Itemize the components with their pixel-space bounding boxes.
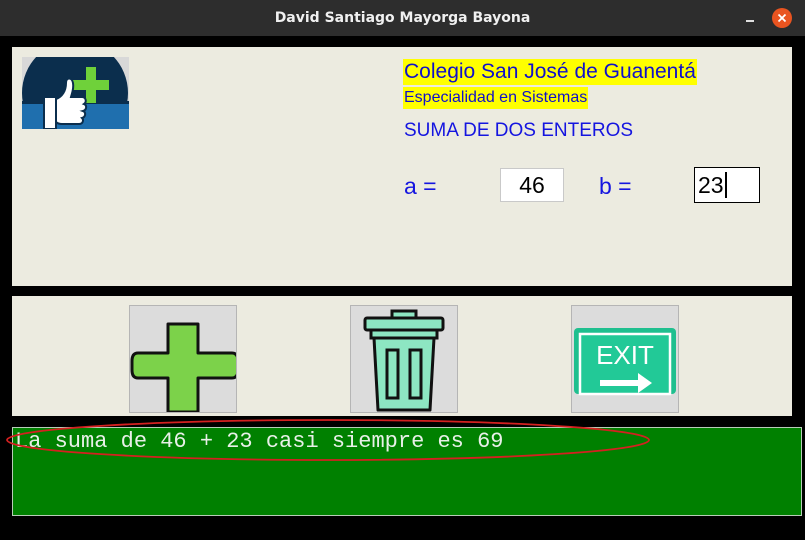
action-panel: EXIT bbox=[12, 296, 792, 416]
annotation-ellipse bbox=[6, 419, 650, 461]
b-label: b = bbox=[599, 173, 632, 199]
a-input[interactable]: 46 bbox=[500, 168, 564, 202]
input-panel: Colegio San José de Guanentá Especialida… bbox=[12, 47, 792, 286]
exit-button[interactable]: EXIT bbox=[571, 305, 679, 413]
minimize-button[interactable] bbox=[740, 8, 760, 28]
title-bar: David Santiago Mayorga Bayona bbox=[0, 0, 805, 36]
clear-button[interactable] bbox=[350, 305, 458, 413]
add-button[interactable] bbox=[129, 305, 240, 414]
close-icon bbox=[777, 13, 787, 23]
window-title: David Santiago Mayorga Bayona bbox=[274, 10, 531, 26]
close-button[interactable] bbox=[772, 8, 792, 28]
a-value: 46 bbox=[519, 171, 545, 198]
b-value: 23 bbox=[698, 171, 724, 198]
page-title: SUMA DE DOS ENTEROS bbox=[404, 120, 634, 141]
specialty-label: Especialidad en Sistemas bbox=[403, 87, 589, 109]
plus-icon bbox=[130, 322, 240, 414]
thumbs-up-plus-icon bbox=[22, 57, 129, 129]
b-input[interactable]: 23 bbox=[694, 167, 760, 203]
a-label: a = bbox=[404, 173, 437, 199]
exit-sign-text: EXIT bbox=[596, 340, 654, 370]
exit-sign-icon: EXIT bbox=[574, 328, 676, 396]
text-caret bbox=[724, 172, 727, 198]
logo bbox=[22, 57, 129, 129]
school-name: Colegio San José de Guanentá bbox=[403, 59, 697, 85]
trash-icon bbox=[363, 309, 445, 412]
minimize-icon bbox=[746, 20, 754, 22]
